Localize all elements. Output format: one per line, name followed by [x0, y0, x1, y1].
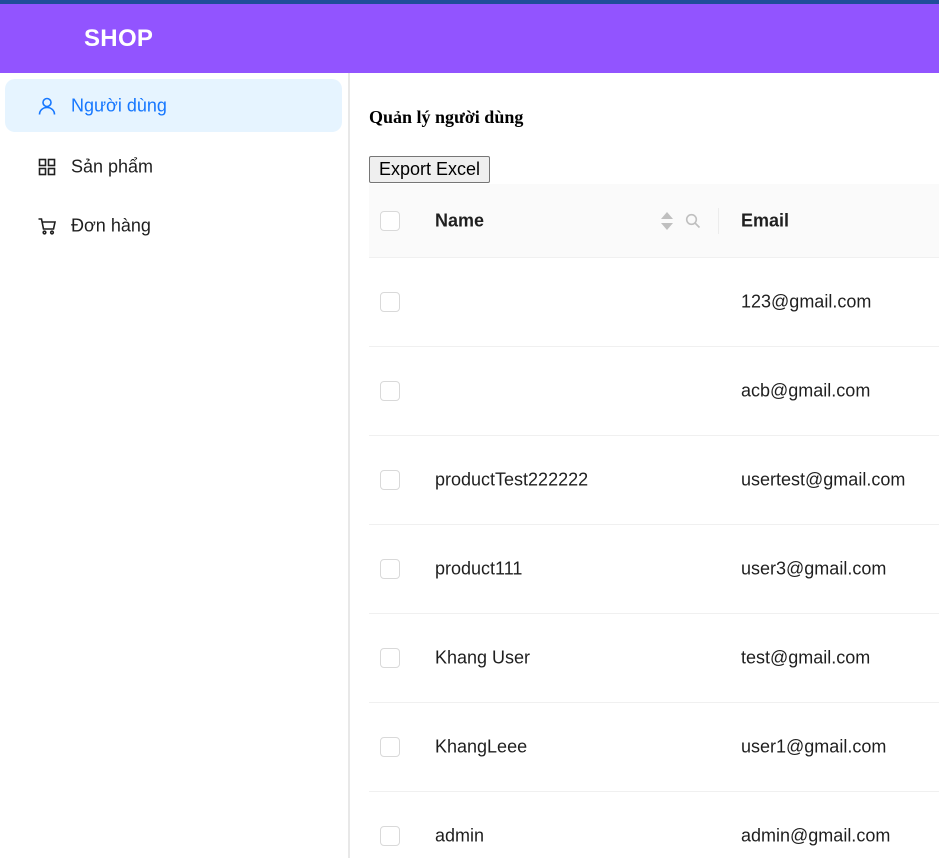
table-row[interactable]: admin admin@gmail.com	[369, 792, 939, 858]
cell-name: admin	[435, 825, 485, 846]
cell-email: user3@gmail.com	[741, 558, 887, 579]
cell-email: 123@gmail.com	[741, 291, 872, 312]
table-row[interactable]: Khang User test@gmail.com	[369, 614, 939, 703]
row-checkbox[interactable]	[380, 648, 400, 668]
cell-name: KhangLeee	[435, 736, 528, 757]
cell-email: user1@gmail.com	[741, 736, 887, 757]
column-header-email: Email	[741, 210, 790, 230]
users-table: Name Email 123@gmail.com acb@gmail.com p…	[369, 184, 939, 858]
select-all-checkbox[interactable]	[380, 210, 400, 231]
export-excel-button[interactable]: Export Excel	[369, 156, 491, 183]
column-header-name[interactable]: Name	[435, 210, 484, 231]
cell-email: test@gmail.com	[741, 647, 871, 668]
row-checkbox[interactable]	[380, 470, 400, 490]
sidebar-item-users[interactable]: Người dùng	[5, 79, 342, 132]
app-header: SHOP	[0, 4, 939, 73]
search-icon[interactable]	[685, 213, 701, 229]
cell-name: productTest222222	[435, 469, 589, 490]
sidebar-item-orders[interactable]: Đơn hàng	[5, 199, 342, 252]
sidebar-item-label: Người dùng	[71, 95, 167, 115]
row-checkbox[interactable]	[380, 559, 400, 579]
page-title: Quản lý người dùng	[369, 107, 524, 127]
main-content: Quản lý người dùng Export Excel Name Ema…	[350, 73, 939, 858]
column-divider	[718, 208, 719, 234]
appstore-icon	[38, 158, 56, 175]
user-icon	[38, 97, 56, 115]
row-checkbox[interactable]	[380, 381, 400, 401]
sort-icon[interactable]	[660, 210, 674, 232]
cell-name: product111	[435, 558, 523, 579]
cell-email: acb@gmail.com	[741, 380, 871, 401]
table-row[interactable]: 123@gmail.com	[369, 258, 939, 347]
sidebar-item-label: Sản phẩm	[71, 156, 154, 176]
sidebar: Người dùng Sản phẩm Đơn hàng	[0, 73, 350, 858]
row-checkbox[interactable]	[380, 826, 400, 846]
brand-logo-text[interactable]: SHOP	[84, 25, 153, 53]
table-row[interactable]: KhangLeee user1@gmail.com	[369, 703, 939, 792]
sidebar-item-label: Đơn hàng	[71, 215, 151, 235]
table-row[interactable]: product111 user3@gmail.com	[369, 525, 939, 614]
table-row[interactable]: productTest222222 usertest@gmail.com	[369, 436, 939, 525]
sidebar-item-products[interactable]: Sản phẩm	[5, 140, 342, 193]
shopping-cart-icon	[38, 217, 56, 235]
row-checkbox[interactable]	[380, 737, 400, 757]
cell-email: usertest@gmail.com	[741, 469, 906, 490]
cell-email: admin@gmail.com	[741, 825, 891, 846]
row-checkbox[interactable]	[380, 292, 400, 312]
cell-name: Khang User	[435, 647, 531, 668]
table-header: Name Email	[369, 184, 939, 258]
table-row[interactable]: acb@gmail.com	[369, 347, 939, 436]
